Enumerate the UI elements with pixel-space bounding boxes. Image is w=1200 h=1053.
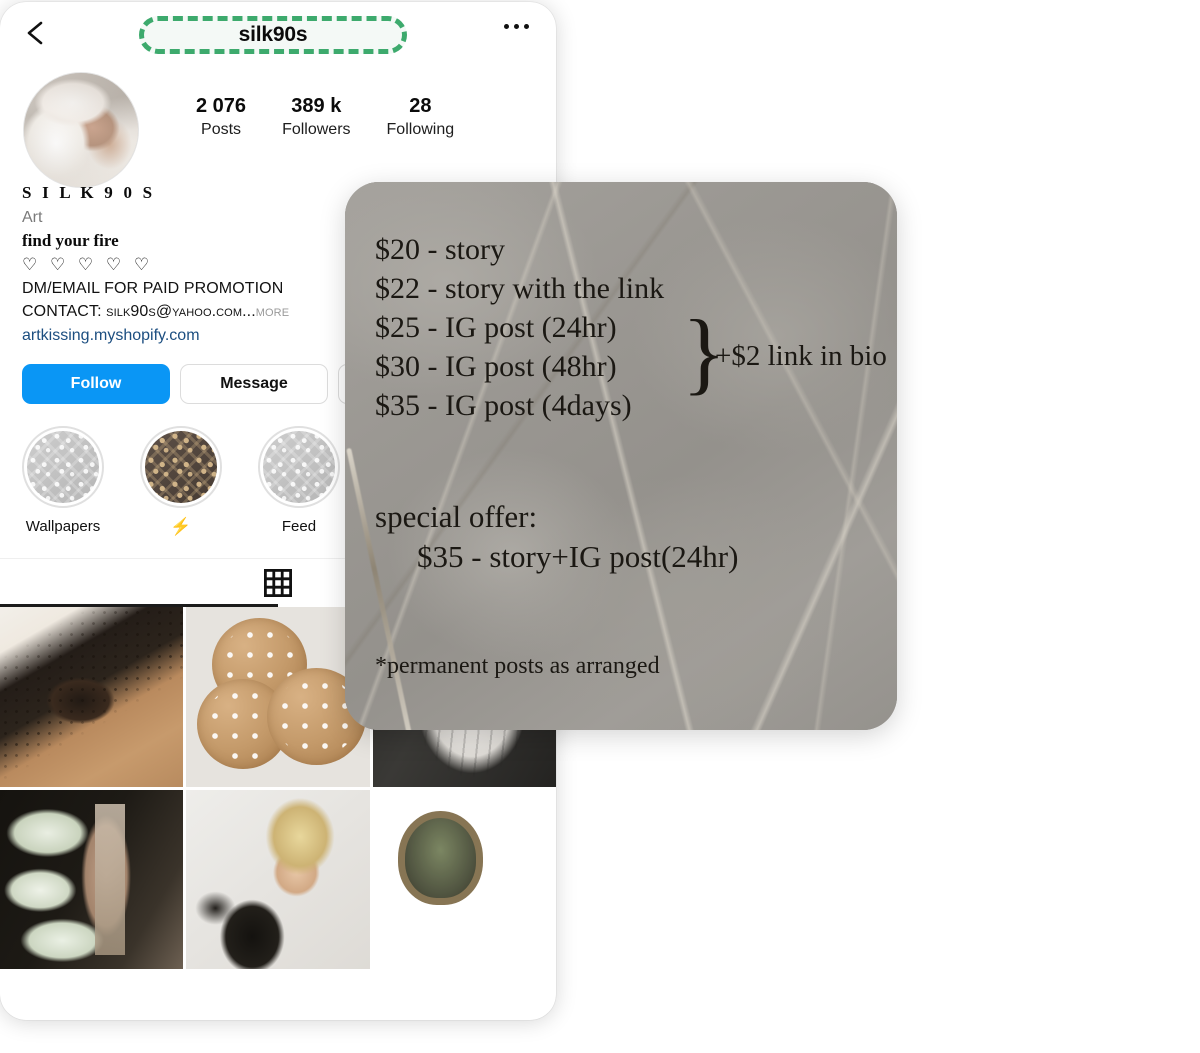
brace-note: +$2 link in bio	[715, 340, 887, 372]
highlight-label: Wallpapers	[25, 518, 101, 535]
price-line-2: $22 - story with the link	[375, 272, 665, 305]
screenshot-stage: silk90s 2 076 Posts 389 k Followers 28 F…	[0, 0, 1200, 1053]
bio-more-link[interactable]: more	[256, 303, 289, 320]
stat-posts-value: 2 076	[196, 95, 247, 117]
grid-post-1[interactable]	[0, 607, 184, 787]
stat-posts-label: Posts	[201, 121, 242, 138]
special-offer-title: special offer:	[375, 499, 538, 534]
price-line-1: $20 - story	[375, 233, 505, 266]
special-offer-body: $35 - story+IG post(24hr)	[417, 539, 739, 574]
stat-following-value: 28	[409, 95, 432, 117]
follow-button[interactable]: Follow	[22, 364, 170, 404]
lv-monogram-gray-icon	[27, 431, 99, 503]
profile-username: silk90s	[238, 23, 308, 46]
highlight-ring	[258, 426, 340, 508]
price-footnote: *permanent posts as arranged	[375, 653, 660, 679]
highlight-ring	[22, 426, 104, 508]
price-line-5: $35 - IG post (4days)	[375, 389, 632, 422]
highlight-label: ⚡	[170, 517, 192, 536]
stat-following[interactable]: 28 Following	[387, 94, 455, 141]
stat-followers-label: Followers	[282, 121, 351, 138]
profile-summary-row: 2 076 Posts 389 k Followers 28 Following	[0, 64, 556, 188]
stat-followers[interactable]: 389 k Followers	[282, 94, 350, 141]
stat-following-label: Following	[386, 121, 455, 138]
highlight-ring	[140, 426, 222, 508]
profile-stats: 2 076 Posts 389 k Followers 28 Following	[196, 94, 454, 141]
bio-contact-text: CONTACT: silk90s@yahoo.com...	[22, 303, 256, 320]
message-button[interactable]: Message	[180, 364, 328, 404]
chevron-left-icon[interactable]	[22, 18, 50, 48]
grid-post-5[interactable]	[186, 789, 370, 970]
stat-posts[interactable]: 2 076 Posts	[196, 94, 246, 141]
highlight-lightning[interactable]: ⚡	[140, 426, 222, 536]
grid-post-2[interactable]	[186, 607, 370, 787]
avatar[interactable]	[23, 72, 139, 188]
highlight-wallpapers[interactable]: Wallpapers	[22, 426, 104, 536]
price-list-content: $20 - story $22 - story with the link $2…	[345, 182, 897, 730]
stat-followers-value: 389 k	[291, 95, 342, 117]
price-list-overlay: $20 - story $22 - story with the link $2…	[345, 182, 897, 730]
highlight-label: Feed	[281, 518, 317, 535]
grid-icon	[264, 569, 292, 597]
highlight-feed[interactable]: Feed	[258, 426, 340, 536]
grid-post-6[interactable]	[373, 790, 556, 970]
braced-price-group: $25 - IG post (24hr) $30 - IG post (48hr…	[375, 306, 897, 425]
lv-monogram-brown-icon	[145, 431, 217, 503]
lv-monogram-gray-icon	[263, 431, 335, 503]
profile-top-bar: silk90s	[0, 2, 556, 64]
more-options-icon[interactable]	[504, 24, 529, 29]
grid-post-4[interactable]	[0, 789, 184, 970]
